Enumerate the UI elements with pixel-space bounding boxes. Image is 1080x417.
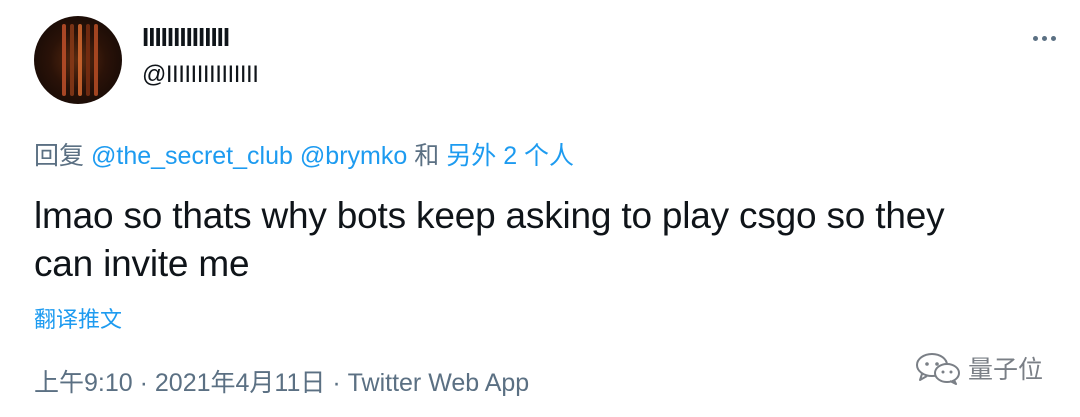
tweet-metadata: 上午9:10 · 2021年4月11日 · Twitter Web App [34, 363, 529, 399]
tweet-text: lmao so thats why bots keep asking to pl… [34, 192, 1054, 288]
replying-to-line: 回复 @the_secret_club @brymko 和另外 2 个人 [34, 136, 574, 172]
author-handle[interactable]: @IIIIIIIIIIIIIII [142, 61, 259, 89]
reply-prefix: 回复 [34, 142, 85, 170]
tweet-text-line: lmao so thats why bots keep asking to pl… [34, 195, 945, 236]
wechat-icon [916, 353, 960, 385]
author-display-name[interactable]: IIIIIIIIIIIIII [142, 22, 230, 53]
avatar-streak [78, 24, 82, 96]
avatar-streak [70, 24, 74, 96]
reply-others-link[interactable]: 另外 2 个人 [446, 142, 574, 170]
avatar-streak [62, 24, 66, 96]
mention-link-the-secret-club[interactable]: @the_secret_club [91, 142, 293, 170]
watermark-text: 量子位 [968, 356, 1044, 384]
more-options-icon[interactable] [1024, 22, 1064, 54]
translate-tweet-link[interactable]: 翻译推文 [34, 302, 122, 334]
avatar-streak [94, 24, 98, 96]
meta-separator: · [139, 369, 148, 397]
reply-conjunction: 和 [414, 142, 440, 170]
tweet-time[interactable]: 上午9:10 [34, 369, 133, 397]
tweet-source[interactable]: Twitter Web App [348, 369, 530, 397]
tweet-card: IIIIIIIIIIIIII @IIIIIIIIIIIIIII 回复 @the_s… [0, 0, 1080, 417]
watermark: 量子位 [914, 350, 1043, 386]
mention-link-brymko[interactable]: @brymko [300, 142, 407, 170]
meta-separator: · [332, 369, 341, 397]
avatar[interactable] [34, 16, 122, 104]
avatar-streak [86, 24, 90, 96]
tweet-text-line: can invite me [34, 243, 250, 284]
tweet-date[interactable]: 2021年4月11日 [155, 369, 325, 397]
